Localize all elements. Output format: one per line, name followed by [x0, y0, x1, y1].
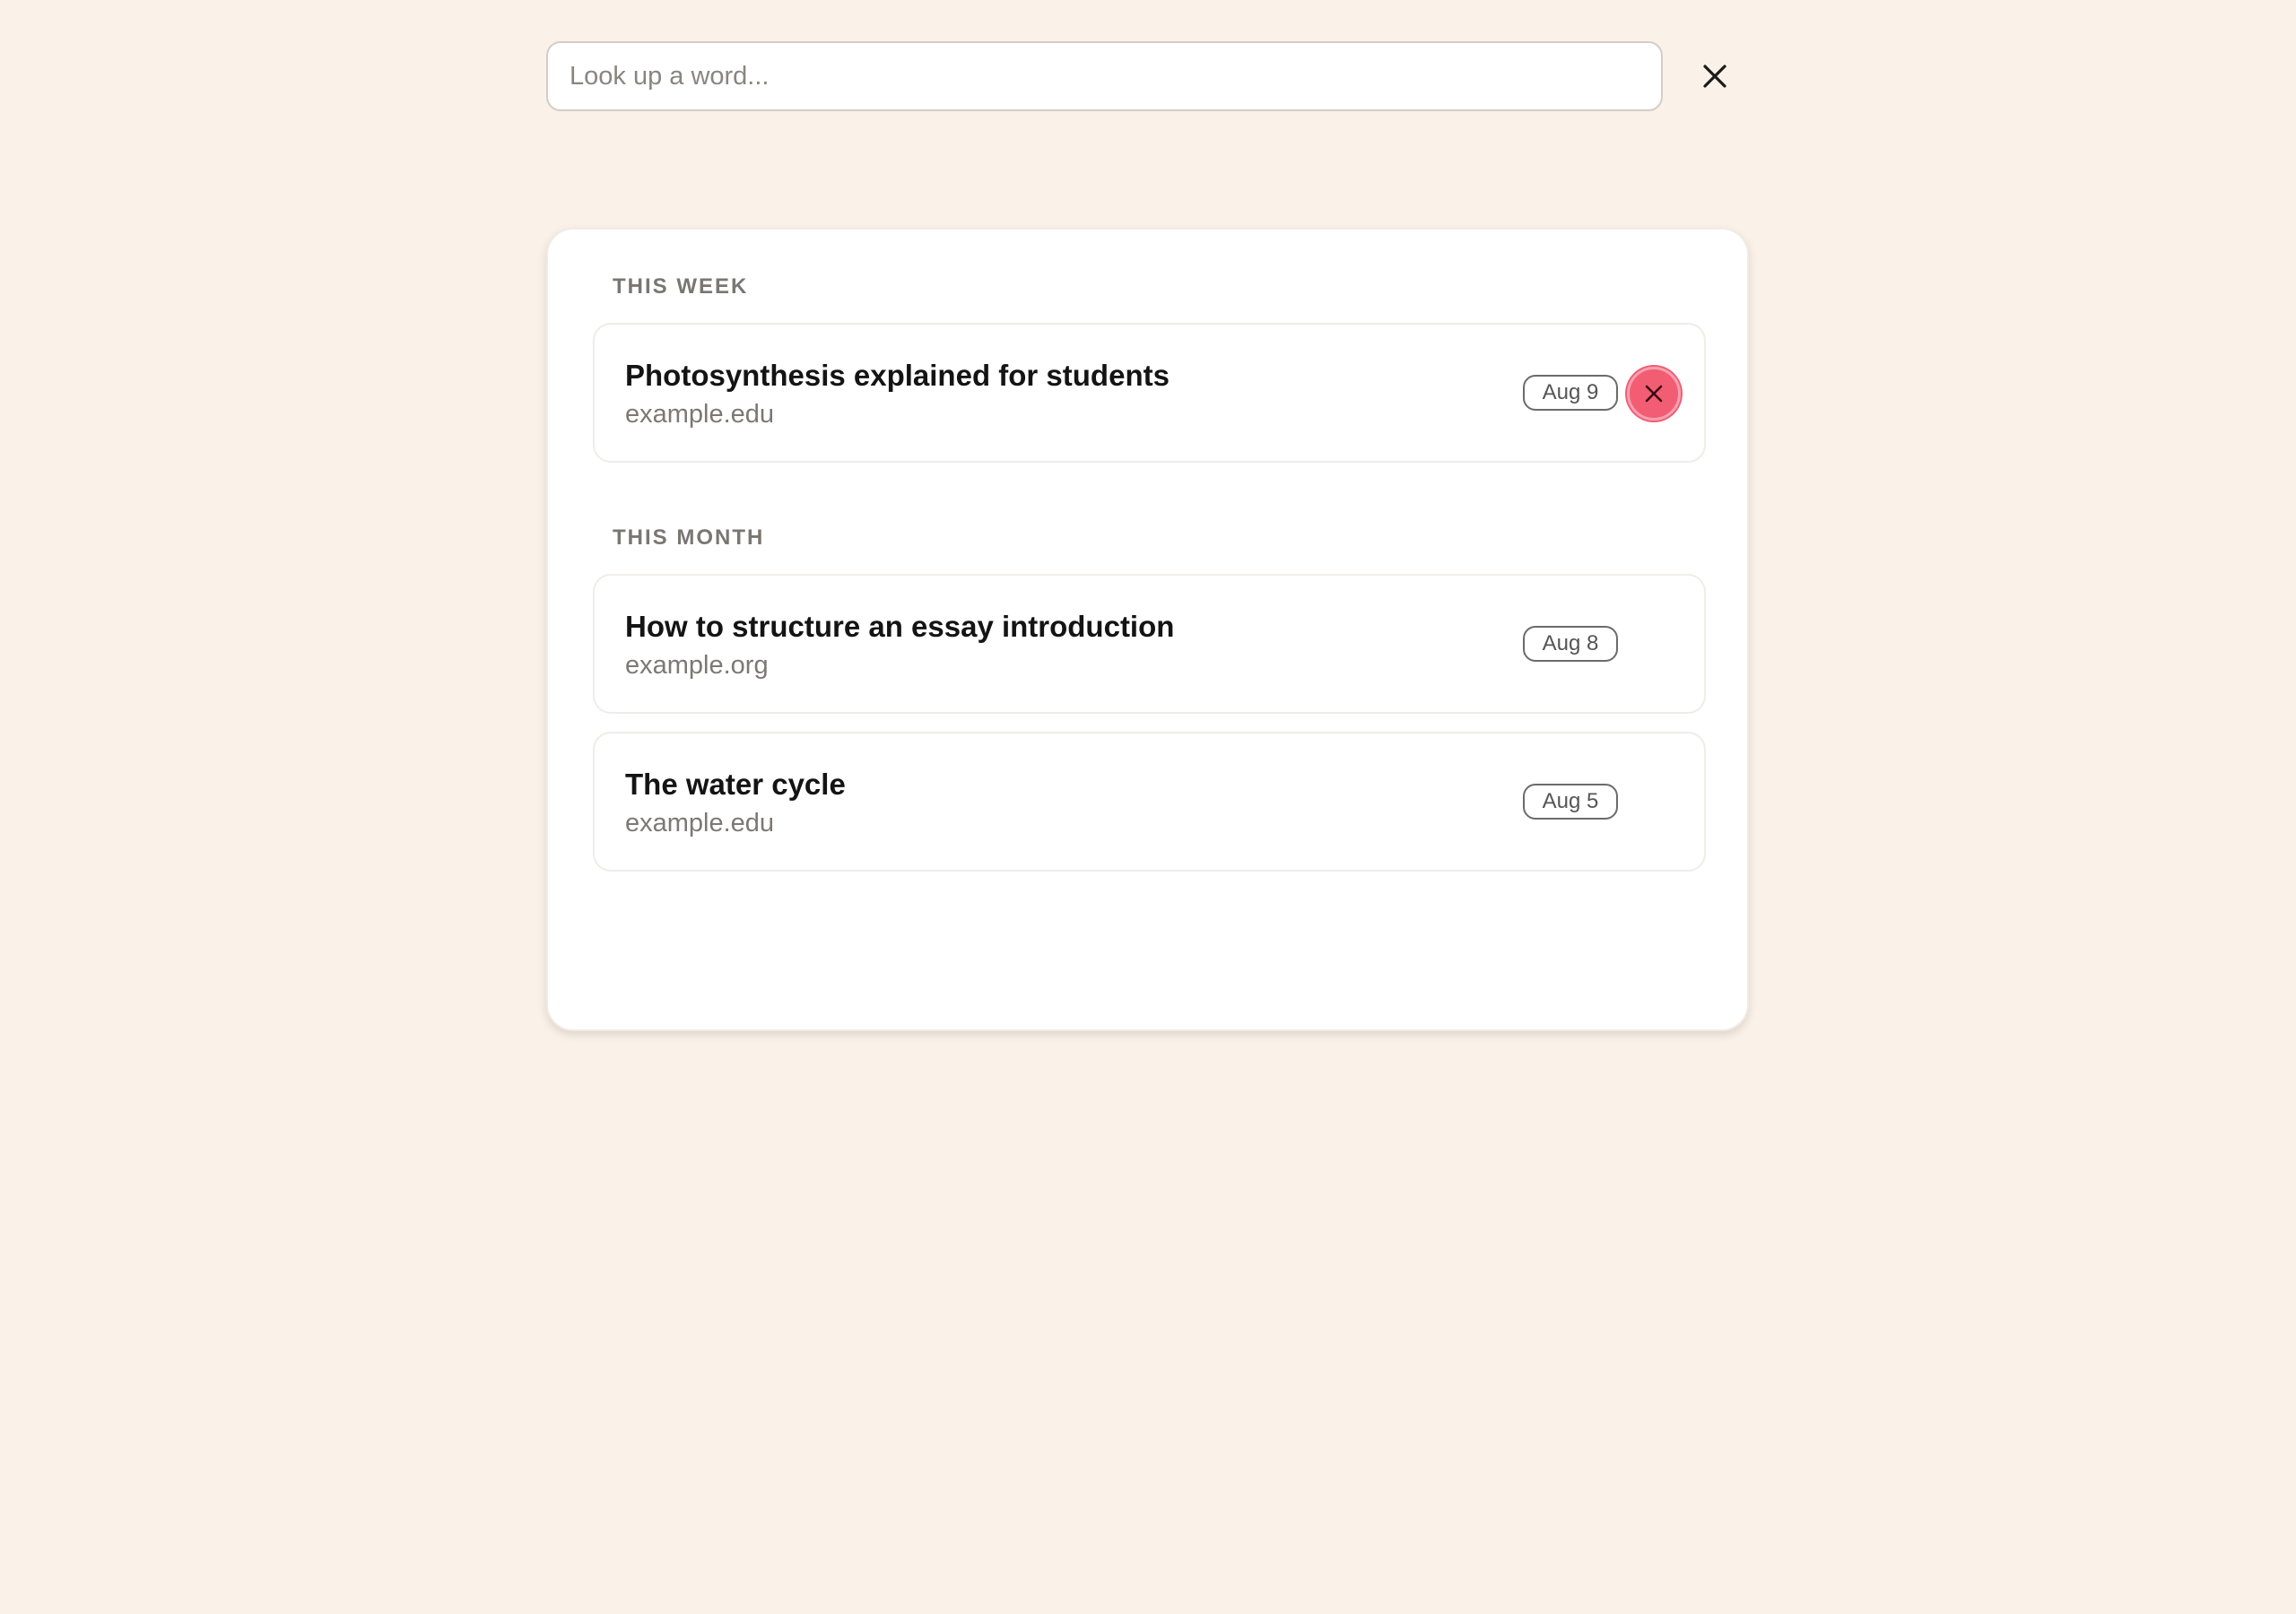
- history-item-title: How to structure an essay introduction: [625, 610, 1175, 643]
- history-item[interactable]: The water cycle example.edu Aug 5: [593, 732, 1706, 872]
- search-bar: [546, 41, 1663, 111]
- history-item-title: Photosynthesis explained for students: [625, 359, 1170, 392]
- close-search-button[interactable]: [1692, 54, 1737, 99]
- close-icon: [1703, 65, 1726, 88]
- date-badge: Aug 9: [1523, 375, 1618, 411]
- history-item[interactable]: How to structure an essay introduction e…: [593, 574, 1706, 714]
- history-item[interactable]: Photosynthesis explained for students ex…: [593, 323, 1706, 463]
- section-heading-this-week: THIS WEEK: [613, 274, 749, 299]
- history-item-domain: example.edu: [625, 809, 775, 837]
- delete-item-button[interactable]: [1627, 367, 1681, 421]
- history-item-title: The water cycle: [625, 768, 846, 801]
- close-icon: [1645, 385, 1663, 403]
- section-heading-this-month: THIS MONTH: [613, 525, 765, 550]
- history-item-domain: example.org: [625, 651, 769, 680]
- date-badge: Aug 8: [1523, 626, 1618, 662]
- history-item-domain: example.edu: [625, 400, 775, 429]
- history-panel: THIS WEEK Photosynthesis explained for s…: [546, 228, 1749, 1031]
- date-badge: Aug 5: [1523, 784, 1618, 820]
- search-input[interactable]: [548, 43, 1661, 109]
